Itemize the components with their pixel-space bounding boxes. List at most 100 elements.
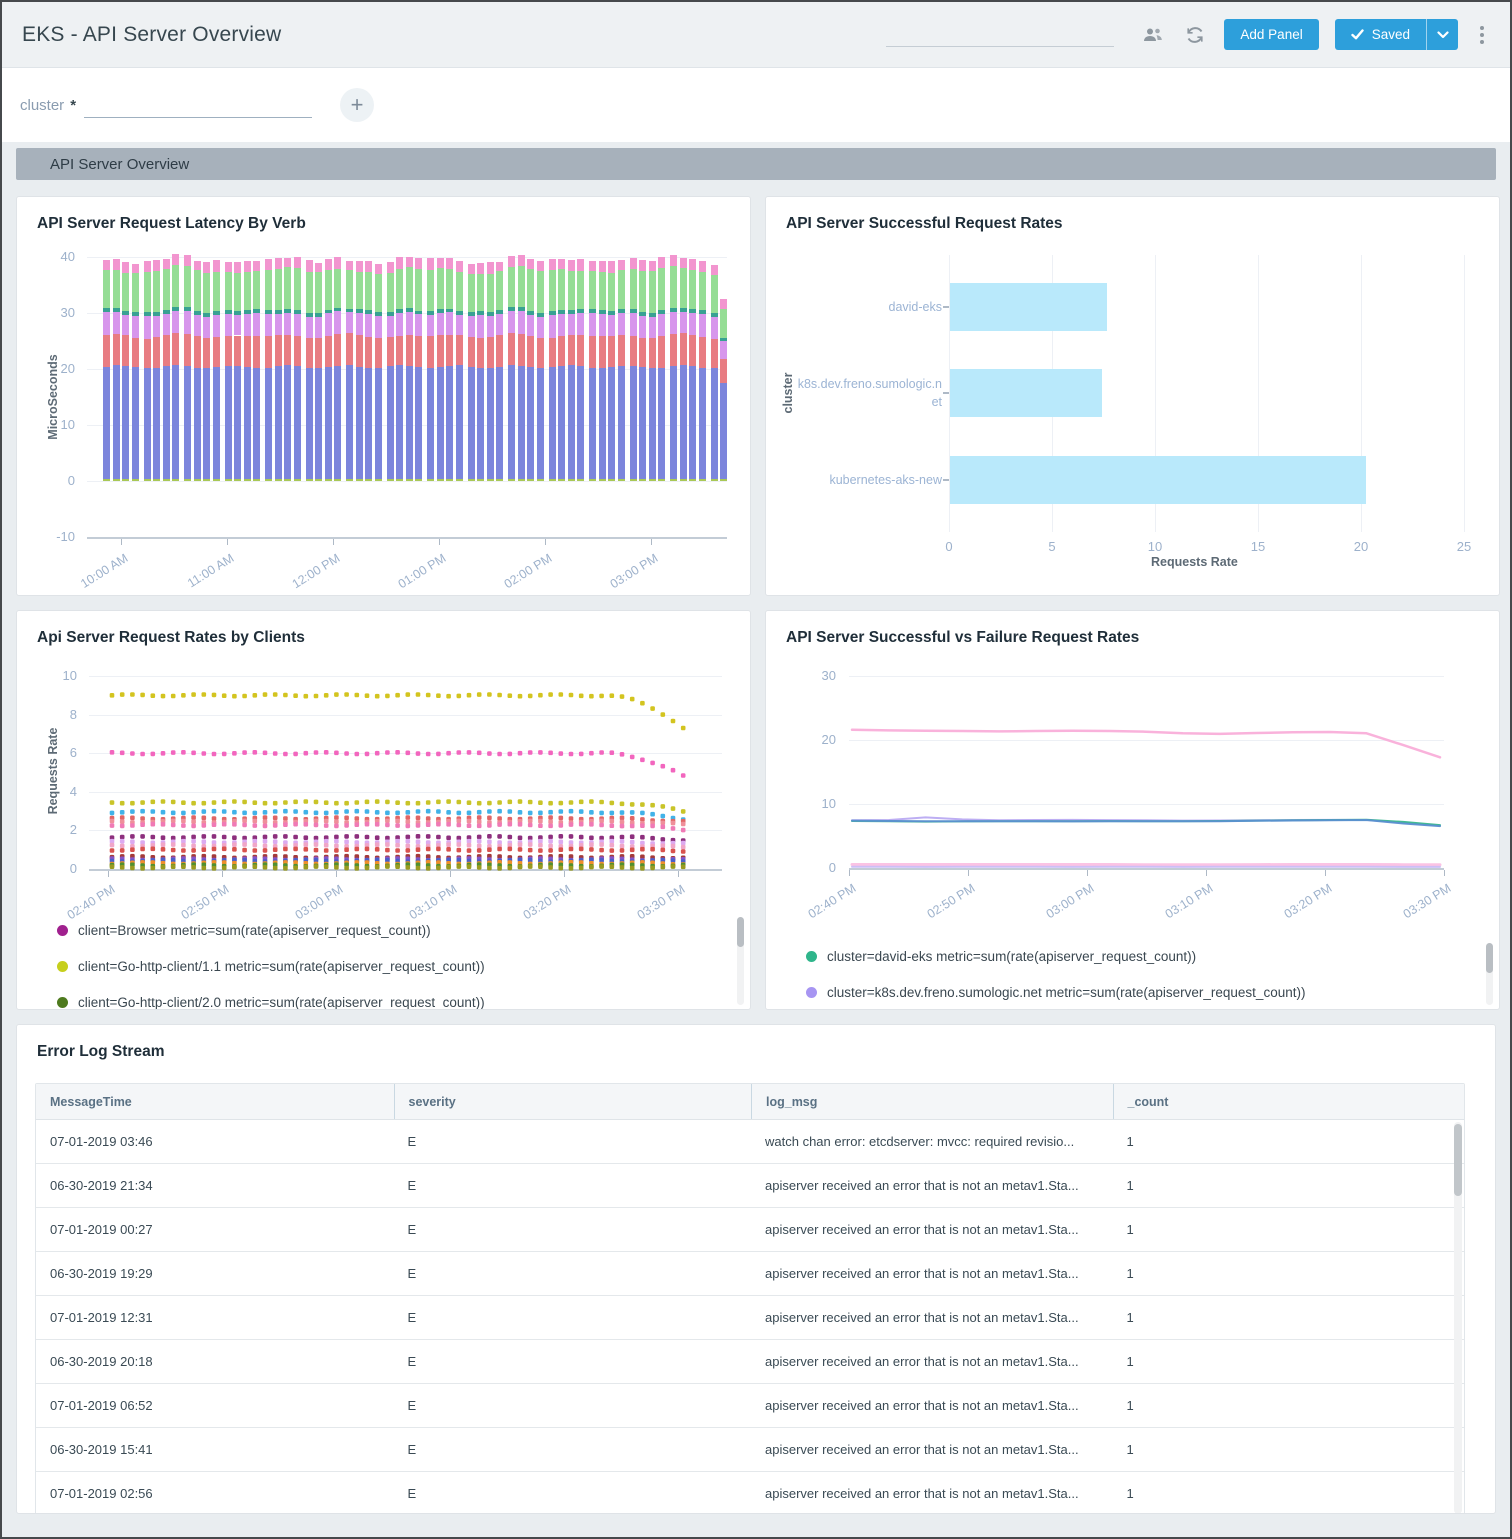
- table-cell: apiserver received an error that is not …: [751, 1310, 1113, 1325]
- add-panel-button[interactable]: Add Panel: [1224, 19, 1318, 50]
- bar-segment: [649, 271, 656, 313]
- bar-segment: [122, 335, 129, 365]
- bar-segment: [599, 336, 606, 368]
- bar-segment: [415, 258, 422, 269]
- legend-label: client=Go-http-client/1.1 metric=sum(rat…: [78, 959, 485, 974]
- bar-segment: [153, 260, 160, 271]
- bar-segment: [537, 338, 544, 368]
- chart-success-failure[interactable]: 010203002:40 PM02:50 PM03:00 PM03:10 PM0…: [766, 611, 1499, 1009]
- bar-segment: [689, 366, 696, 479]
- bar-segment: [477, 338, 484, 368]
- x-tick-label: 03:00 PM: [585, 551, 660, 596]
- bar-segment: [456, 261, 463, 272]
- bar-segment: [415, 336, 422, 368]
- bar-segment: [275, 479, 282, 481]
- bar-segment: [265, 368, 272, 480]
- bar-segment: [294, 310, 301, 314]
- table-cell: 07-01-2019 12:31: [36, 1310, 394, 1325]
- bar-segment: [630, 258, 637, 269]
- bar-segment: [720, 338, 727, 341]
- bar-segment: [639, 479, 646, 481]
- table-row[interactable]: 06-30-2019 20:18Eapiserver received an e…: [36, 1340, 1464, 1384]
- bar-segment: [172, 254, 179, 265]
- column-header--count[interactable]: _count: [1113, 1084, 1465, 1119]
- table-row[interactable]: 07-01-2019 06:52Eapiserver received an e…: [36, 1384, 1464, 1428]
- saved-button[interactable]: Saved: [1335, 19, 1426, 50]
- bar-segment: [275, 269, 282, 310]
- x-tick-mark: [227, 539, 228, 545]
- saved-dropdown-button[interactable]: [1426, 19, 1458, 50]
- section-title: API Server Overview: [50, 156, 189, 173]
- bar-segment: [275, 310, 282, 314]
- bar-segment: [711, 479, 718, 481]
- category-label: david-eks: [796, 298, 942, 316]
- table-row[interactable]: 07-01-2019 03:46Ewatch chan error: etcds…: [36, 1120, 1464, 1164]
- table-scrollbar-thumb[interactable]: [1454, 1124, 1462, 1196]
- bar-segment: [153, 337, 160, 367]
- add-filter-button[interactable]: +: [340, 88, 374, 122]
- bar-segment: [365, 368, 372, 479]
- section-header-api-server-overview[interactable]: API Server Overview: [16, 148, 1496, 180]
- bar-segment: [294, 314, 301, 337]
- topbar-actions: Add Panel Saved: [886, 19, 1490, 50]
- table-cell: E: [394, 1222, 752, 1237]
- table-row[interactable]: 06-30-2019 19:29Eapiserver received an e…: [36, 1252, 1464, 1296]
- table-row[interactable]: 06-30-2019 15:41Eapiserver received an e…: [36, 1428, 1464, 1472]
- bar-segment: [711, 339, 718, 369]
- bar-segment: [537, 313, 544, 317]
- bar-segment: [437, 268, 444, 309]
- bar-segment: [387, 366, 394, 479]
- bar-segment: [284, 479, 291, 481]
- bar-segment: [689, 309, 696, 313]
- bar-segment: [144, 339, 151, 368]
- column-header-log-msg[interactable]: log_msg: [751, 1084, 1113, 1119]
- bar-segment: [172, 479, 179, 481]
- bar-segment: [720, 341, 727, 359]
- column-header-severity[interactable]: severity: [394, 1084, 752, 1119]
- table-cell: E: [394, 1398, 752, 1413]
- legend-item: client=Browser metric=sum(rate(apiserver…: [57, 923, 431, 938]
- column-header-messagetime[interactable]: MessageTime: [36, 1084, 394, 1119]
- dashboard: EKS - API Server Overview Add Panel Save…: [0, 0, 1512, 1539]
- bar-segment: [670, 312, 677, 334]
- bar-segment: [334, 257, 341, 268]
- bar-segment: [496, 335, 503, 367]
- bar-segment: [446, 366, 453, 479]
- bar-segment: [699, 261, 706, 272]
- bar-segment: [699, 314, 706, 337]
- share-users-icon[interactable]: [1140, 22, 1166, 48]
- bar-segment: [122, 366, 129, 480]
- bar-segment: [670, 255, 677, 266]
- bar-segment: [103, 479, 110, 481]
- chart-success-rates[interactable]: 0510152025Requests Rateclusterdavid-eksk…: [766, 197, 1499, 595]
- chart-clients[interactable]: 0246810Requests Rate02:40 PM02:50 PM03:0…: [17, 611, 750, 1009]
- bar-segment: [315, 263, 322, 273]
- bar-segment: [670, 266, 677, 307]
- refresh-icon[interactable]: [1182, 22, 1208, 48]
- bar-segment: [184, 255, 191, 266]
- table-row[interactable]: 07-01-2019 02:56Eapiserver received an e…: [36, 1472, 1464, 1514]
- table-row[interactable]: 07-01-2019 12:31Eapiserver received an e…: [36, 1296, 1464, 1340]
- table-cell: apiserver received an error that is not …: [751, 1442, 1113, 1457]
- table-row[interactable]: 07-01-2019 00:27Eapiserver received an e…: [36, 1208, 1464, 1252]
- bar-segment: [122, 311, 129, 315]
- kebab-menu-icon[interactable]: [1474, 22, 1490, 48]
- chart-latency[interactable]: 403020100-10MicroSeconds10:00 AM11:00 AM…: [17, 197, 750, 595]
- bar-segment: [294, 336, 301, 366]
- bar-segment: [244, 310, 251, 314]
- bar-segment: [153, 368, 160, 480]
- bar-segment: [549, 338, 556, 367]
- bar-segment: [284, 309, 291, 313]
- bar-segment: [132, 338, 139, 368]
- bar-segment: [213, 337, 220, 367]
- table-cell: 07-01-2019 02:56: [36, 1486, 394, 1501]
- bar-segment: [477, 263, 484, 274]
- y-tick-label: 0: [41, 473, 75, 488]
- table-row[interactable]: 06-30-2019 21:34Eapiserver received an e…: [36, 1164, 1464, 1208]
- bar-segment: [456, 315, 463, 336]
- legend-scrollbar-thumb[interactable]: [737, 917, 744, 947]
- bar-segment: [346, 365, 353, 479]
- legend-scrollbar-thumb[interactable]: [1486, 943, 1493, 973]
- header-search-input[interactable]: [886, 23, 1114, 47]
- cluster-filter-input[interactable]: [84, 92, 312, 118]
